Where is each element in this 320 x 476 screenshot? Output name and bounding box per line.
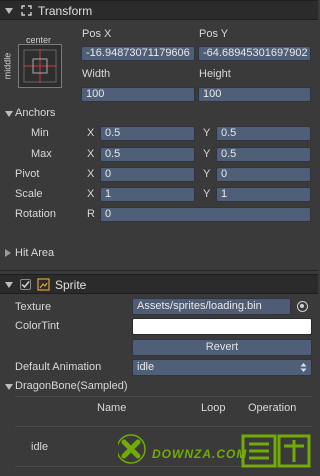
revert-button[interactable]: Revert	[132, 339, 312, 356]
anchors-max-y-field[interactable]: 0.5	[216, 147, 311, 162]
animation-name-cell: idle	[31, 441, 49, 453]
anchors-max-label: Max	[31, 148, 52, 160]
transform-title: Transform	[38, 4, 93, 18]
scale-y-field[interactable]: 1	[216, 187, 311, 202]
dragonbone-title: DragonBone(Sampled)	[15, 380, 128, 392]
column-header-name: Name	[97, 402, 127, 414]
pivot-x-field[interactable]: 0	[100, 167, 195, 182]
axis-y-label: Y	[203, 127, 211, 139]
transform-header[interactable]: Transform	[0, 0, 318, 20]
rotation-label: Rotation	[15, 208, 56, 220]
hit-area-label[interactable]: Hit Area	[15, 247, 54, 259]
scale-label: Scale	[15, 188, 43, 200]
default-animation-value: idle	[137, 361, 155, 373]
axis-x-label: X	[87, 127, 95, 139]
table-row-divider	[15, 426, 312, 427]
anchors-min-x-field[interactable]: 0.5	[100, 126, 195, 141]
check-icon	[21, 281, 30, 289]
dragonbone-foldout-icon[interactable]	[5, 384, 13, 390]
colortint-swatch[interactable]	[132, 318, 312, 335]
height-label: Height	[199, 68, 231, 80]
column-header-loop: Loop	[201, 402, 226, 414]
axis-x-label: X	[87, 168, 95, 180]
object-picker-icon[interactable]	[297, 301, 308, 312]
pos-y-field[interactable]: -64.68945301697902	[198, 46, 311, 61]
sprite-title: Sprite	[55, 278, 87, 292]
axis-r-label: R	[87, 208, 95, 220]
axis-y-label: Y	[203, 148, 211, 160]
anchor-preset-button[interactable]	[18, 44, 62, 88]
pos-y-label: Pos Y	[199, 28, 229, 40]
collapse-triangle-icon[interactable]	[5, 282, 13, 288]
anchors-min-label: Min	[31, 127, 49, 139]
anchors-max-x-field[interactable]: 0.5	[100, 147, 195, 162]
axis-x-label: X	[87, 148, 95, 160]
axis-y-label: Y	[203, 168, 211, 180]
rotation-field[interactable]: 0	[100, 207, 311, 222]
collapse-triangle-icon[interactable]	[5, 8, 13, 14]
anchor-target-icon	[23, 49, 57, 83]
section-divider	[0, 270, 318, 271]
hit-area-foldout-icon[interactable]	[5, 249, 11, 257]
default-animation-label: Default Animation	[15, 361, 102, 373]
colortint-label: ColorTint	[15, 320, 60, 332]
texture-label: Texture	[15, 301, 52, 313]
watermark-logo: DOWNZA.COM	[116, 432, 313, 472]
axis-y-label: Y	[203, 188, 211, 200]
anchor-preset-side-label: middle	[2, 52, 13, 80]
select-arrows-icon	[300, 363, 307, 372]
sprite-checkbox[interactable]	[20, 279, 31, 290]
height-field[interactable]: 100	[198, 87, 311, 102]
column-header-operation: Operation	[248, 402, 297, 414]
sprite-icon	[37, 278, 50, 291]
sprite-header[interactable]: Sprite	[0, 274, 318, 294]
default-animation-select[interactable]: idle	[132, 359, 312, 376]
texture-field[interactable]: Assets/sprites/loading.bin	[132, 298, 291, 315]
pos-x-label: Pos X	[82, 28, 112, 40]
anchors-foldout-icon[interactable]	[5, 111, 13, 117]
anchors-min-y-field[interactable]: 0.5	[216, 126, 311, 141]
pos-x-field[interactable]: -16.94873071179606	[81, 46, 195, 61]
transform-icon	[21, 5, 32, 16]
table-top-border	[15, 396, 312, 397]
watermark-text: DOWNZA.COM	[152, 447, 248, 461]
anchors-title: Anchors	[15, 107, 56, 119]
pivot-label: Pivot	[15, 168, 40, 180]
pivot-y-field[interactable]: 0	[216, 167, 311, 182]
axis-x-label: X	[87, 188, 95, 200]
width-field[interactable]: 100	[81, 87, 195, 102]
scale-x-field[interactable]: 1	[100, 187, 195, 202]
width-label: Width	[82, 68, 111, 80]
